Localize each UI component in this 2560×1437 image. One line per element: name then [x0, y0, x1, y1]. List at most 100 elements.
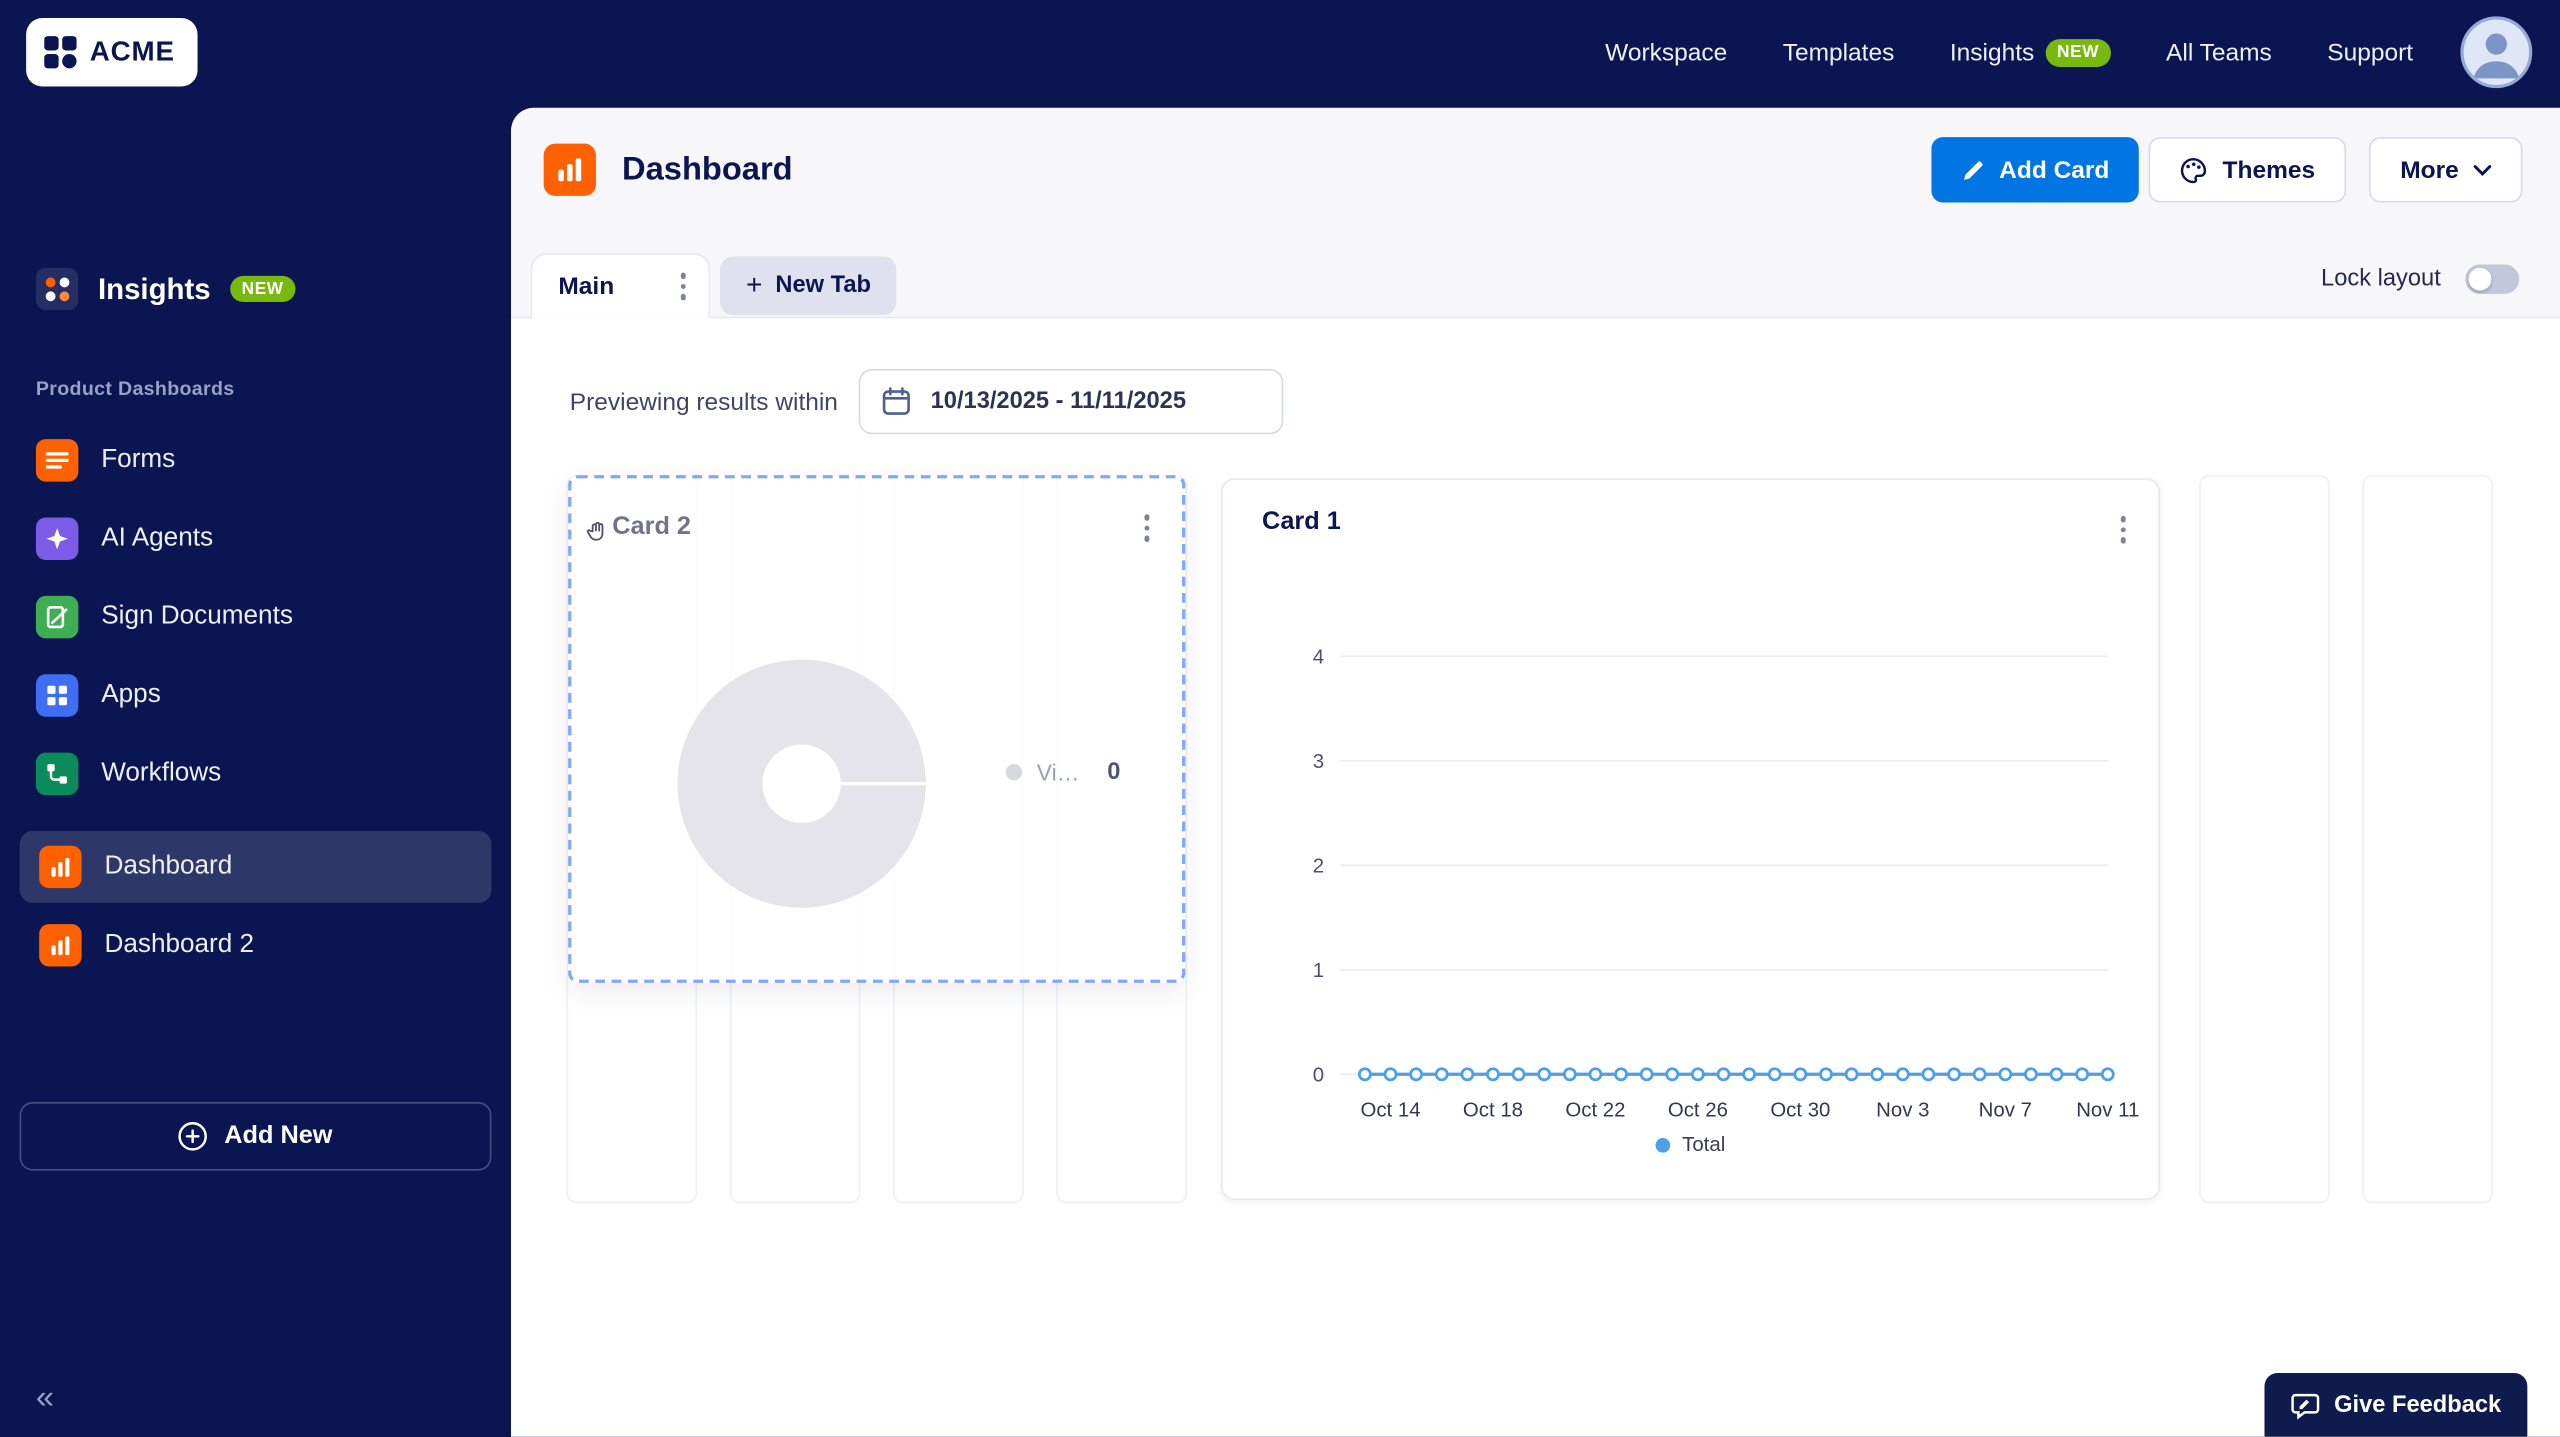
- acme-logo[interactable]: ACME: [26, 18, 198, 87]
- svg-text:Oct 26: Oct 26: [1668, 1100, 1728, 1122]
- card-1[interactable]: Card 1 01234Oct 14Oct 18Oct 22Oct 26Oct …: [1221, 478, 2160, 1200]
- sidebar-collapse-button[interactable]: «: [36, 1380, 54, 1418]
- svg-text:Nov 7: Nov 7: [1979, 1100, 2032, 1122]
- tab-main[interactable]: Main: [531, 253, 711, 318]
- svg-text:2: 2: [1313, 856, 1324, 878]
- legend-dot-icon: [1656, 1137, 1671, 1152]
- grid-column: [2199, 475, 2330, 1203]
- sidebar-item-label: Dashboard: [104, 852, 232, 881]
- insights-app-icon: [36, 268, 78, 310]
- card-2[interactable]: Card 2 Vi… 0: [568, 475, 1185, 983]
- sidebar-item-label: Sign Documents: [101, 602, 293, 631]
- plus-icon: +: [746, 269, 762, 302]
- sidebar-item-sign-documents[interactable]: Sign Documents: [0, 578, 511, 656]
- grid-column: [2362, 475, 2493, 1203]
- themes-button[interactable]: Themes: [2149, 137, 2346, 202]
- workflows-icon: [36, 753, 78, 795]
- svg-text:3: 3: [1313, 751, 1324, 773]
- page-title: Dashboard: [622, 152, 793, 190]
- donut-chart: [571, 478, 1182, 979]
- nav-support[interactable]: Support: [2327, 39, 2413, 67]
- svg-text:0: 0: [1313, 1065, 1324, 1087]
- add-card-button[interactable]: Add Card: [1931, 137, 2139, 202]
- card-menu-kebab-icon[interactable]: [1137, 508, 1156, 548]
- date-range-value: 10/13/2025 - 11/11/2025: [931, 389, 1186, 415]
- top-nav: Workspace Templates Insights NEW All Tea…: [1605, 0, 2413, 106]
- toggle-knob: [2469, 268, 2492, 291]
- sidebar-item-forms[interactable]: Forms: [0, 421, 511, 499]
- sidebar-product-menu: Forms AI Agents Sign Documents Apps Work…: [0, 421, 511, 813]
- sidebar-item-label: Dashboard 2: [104, 931, 254, 960]
- sign-documents-icon: [36, 596, 78, 638]
- sidebar-item-workflows[interactable]: Workflows: [0, 735, 511, 813]
- svg-text:1: 1: [1313, 960, 1324, 982]
- logo-text: ACME: [90, 36, 175, 69]
- nav-insights-new-badge: NEW: [2046, 40, 2111, 67]
- tab-main-label: Main: [558, 273, 614, 301]
- tab-options-kebab-icon[interactable]: [673, 267, 692, 307]
- apps-icon: [36, 674, 78, 716]
- legend-value: 0: [1107, 759, 1120, 785]
- svg-text:Oct 30: Oct 30: [1770, 1100, 1830, 1122]
- nav-workspace-label: Workspace: [1605, 39, 1727, 67]
- card-title: Card 1: [1262, 508, 1341, 537]
- svg-text:Oct 18: Oct 18: [1463, 1100, 1523, 1122]
- line-chart: 01234Oct 14Oct 18Oct 22Oct 26Oct 30Nov 3…: [1223, 480, 2162, 1202]
- sidebar-item-label: Workflows: [101, 759, 221, 788]
- nav-all-teams[interactable]: All Teams: [2166, 39, 2272, 67]
- more-button[interactable]: More: [2369, 137, 2522, 202]
- donut-legend: Vi… 0: [1006, 759, 1121, 785]
- main-panel: Dashboard Add Card Themes More Main + Ne…: [511, 108, 2560, 1437]
- preview-results-label: Previewing results within: [570, 389, 838, 417]
- dashboard-page-icon: [544, 144, 596, 196]
- sidebar-section-label: Product Dashboards: [36, 377, 235, 400]
- line-chart-legend: Total: [1223, 1133, 2159, 1156]
- add-new-label: Add New: [224, 1122, 332, 1151]
- sidebar-item-ai-agents[interactable]: AI Agents: [0, 500, 511, 578]
- ai-agents-icon: [36, 518, 78, 560]
- lock-layout-control: Lock layout: [2321, 264, 2519, 293]
- legend-label: Vi…: [1037, 759, 1080, 785]
- nav-insights-label: Insights: [1950, 39, 2034, 67]
- sidebar-item-label: Apps: [101, 681, 161, 710]
- sidebar-insights-header[interactable]: Insights NEW: [36, 268, 295, 310]
- card-menu-kebab-icon[interactable]: [2113, 509, 2132, 549]
- nav-insights[interactable]: Insights NEW: [1950, 39, 2111, 67]
- app-root: ACME Workspace Templates Insights NEW Al…: [0, 0, 2560, 1437]
- date-range-picker[interactable]: 10/13/2025 - 11/11/2025: [859, 369, 1283, 434]
- themes-label: Themes: [2223, 156, 2316, 184]
- acme-logo-icon: [42, 34, 78, 70]
- sidebar-item-dashboard[interactable]: Dashboard: [20, 831, 492, 903]
- new-tab-button[interactable]: + New Tab: [720, 256, 897, 315]
- plus-circle-icon: [179, 1122, 208, 1151]
- svg-text:4: 4: [1313, 647, 1324, 669]
- sidebar: Insights NEW Product Dashboards Forms AI…: [0, 106, 511, 1437]
- svg-text:Oct 14: Oct 14: [1360, 1100, 1420, 1122]
- sidebar-title: Insights: [98, 272, 211, 306]
- sidebar-item-label: Forms: [101, 446, 175, 475]
- forms-icon: [36, 439, 78, 481]
- palette-icon: [2180, 156, 2208, 184]
- feedback-label: Give Feedback: [2334, 1392, 2501, 1418]
- top-bar: ACME Workspace Templates Insights NEW Al…: [0, 0, 2560, 106]
- nav-support-label: Support: [2327, 39, 2413, 67]
- lock-layout-toggle[interactable]: [2465, 264, 2519, 293]
- user-avatar[interactable]: [2460, 16, 2532, 88]
- dashboard-icon: [39, 846, 81, 888]
- dashboard-icon: [39, 924, 81, 966]
- nav-all-teams-label: All Teams: [2166, 39, 2272, 67]
- legend-dot-icon: [1006, 764, 1022, 780]
- sidebar-new-badge: NEW: [230, 276, 295, 303]
- svg-text:Oct 22: Oct 22: [1565, 1100, 1625, 1122]
- legend-label: Total: [1682, 1133, 1725, 1156]
- sidebar-item-dashboard-2[interactable]: Dashboard 2: [20, 909, 492, 981]
- sidebar-item-apps[interactable]: Apps: [0, 656, 511, 734]
- pencil-icon: [1960, 158, 1984, 182]
- sidebar-item-label: AI Agents: [101, 524, 213, 553]
- nav-templates[interactable]: Templates: [1783, 39, 1895, 67]
- nav-workspace[interactable]: Workspace: [1605, 39, 1727, 67]
- give-feedback-button[interactable]: Give Feedback: [2264, 1373, 2527, 1437]
- add-new-dashboard-button[interactable]: Add New: [20, 1102, 492, 1171]
- nav-templates-label: Templates: [1783, 39, 1895, 67]
- grab-hand-cursor-icon: [584, 518, 610, 544]
